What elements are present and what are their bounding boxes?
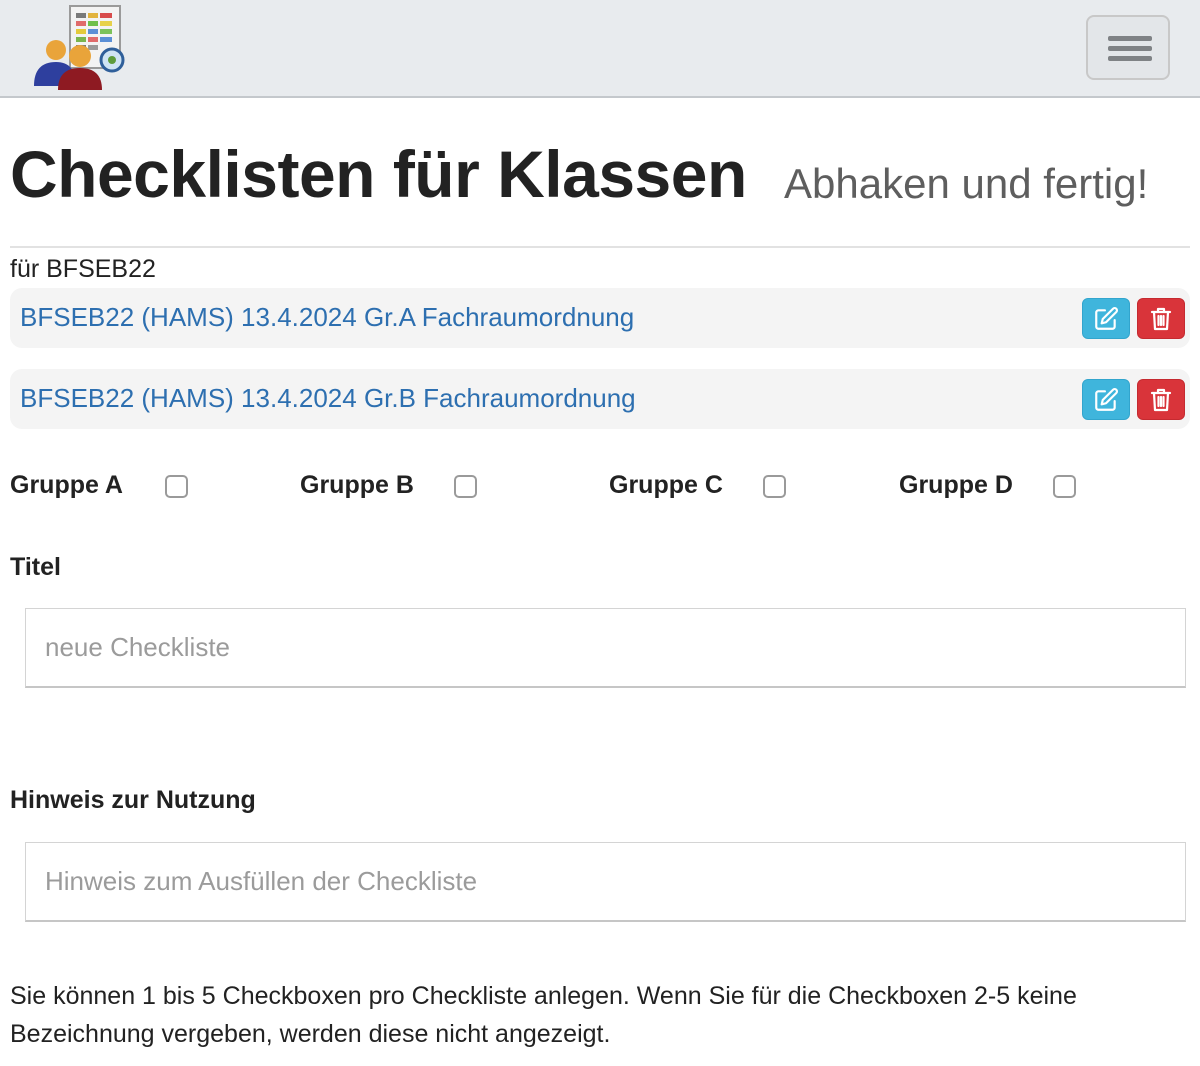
group-d-label: Gruppe D (899, 471, 1013, 499)
hamburger-menu-icon (1108, 46, 1152, 51)
help-text: Sie können 1 bis 5 Checkboxen pro Checkl… (10, 982, 1077, 1048)
title-label: Titel (10, 553, 61, 581)
edit-icon (1095, 306, 1118, 330)
group-c-label: Gruppe C (609, 471, 723, 499)
checklist-link[interactable]: BFSEB22 (HAMS) 13.4.2024 Gr.B Fachraumor… (20, 383, 636, 414)
checklist-link[interactable]: BFSEB22 (HAMS) 13.4.2024 Gr.A Fachraumor… (20, 302, 634, 333)
title-input[interactable] (25, 608, 1186, 688)
edit-button[interactable] (1082, 379, 1130, 420)
group-b-checkbox[interactable] (454, 475, 477, 498)
hamburger-menu-icon (1108, 56, 1152, 61)
hamburger-menu-icon (1108, 36, 1152, 41)
hamburger-menu-button[interactable] (1086, 15, 1170, 80)
page-subtitle: Abhaken und fertig! (784, 160, 1149, 207)
group-c-checkbox[interactable] (763, 475, 786, 498)
list-item: BFSEB22 (HAMS) 13.4.2024 Gr.A Fachraumor… (10, 288, 1190, 348)
navbar (0, 0, 1200, 98)
group-checklist-logo-icon[interactable] (30, 4, 130, 92)
trash-icon (1150, 307, 1172, 330)
delete-button[interactable] (1137, 379, 1185, 420)
group-a-label: Gruppe A (10, 471, 123, 499)
class-label: für BFSEB22 (10, 255, 156, 283)
hint-label: Hinweis zur Nutzung (10, 786, 256, 814)
delete-button[interactable] (1137, 298, 1185, 339)
edit-button[interactable] (1082, 298, 1130, 339)
list-item: BFSEB22 (HAMS) 13.4.2024 Gr.B Fachraumor… (10, 369, 1190, 429)
group-a-checkbox[interactable] (165, 475, 188, 498)
edit-icon (1095, 387, 1118, 411)
group-d-checkbox[interactable] (1053, 475, 1076, 498)
group-b-label: Gruppe B (300, 471, 414, 499)
divider (10, 246, 1190, 248)
hint-input[interactable] (25, 842, 1186, 922)
trash-icon (1150, 388, 1172, 411)
page-title: Checklisten für Klassen (10, 137, 747, 211)
